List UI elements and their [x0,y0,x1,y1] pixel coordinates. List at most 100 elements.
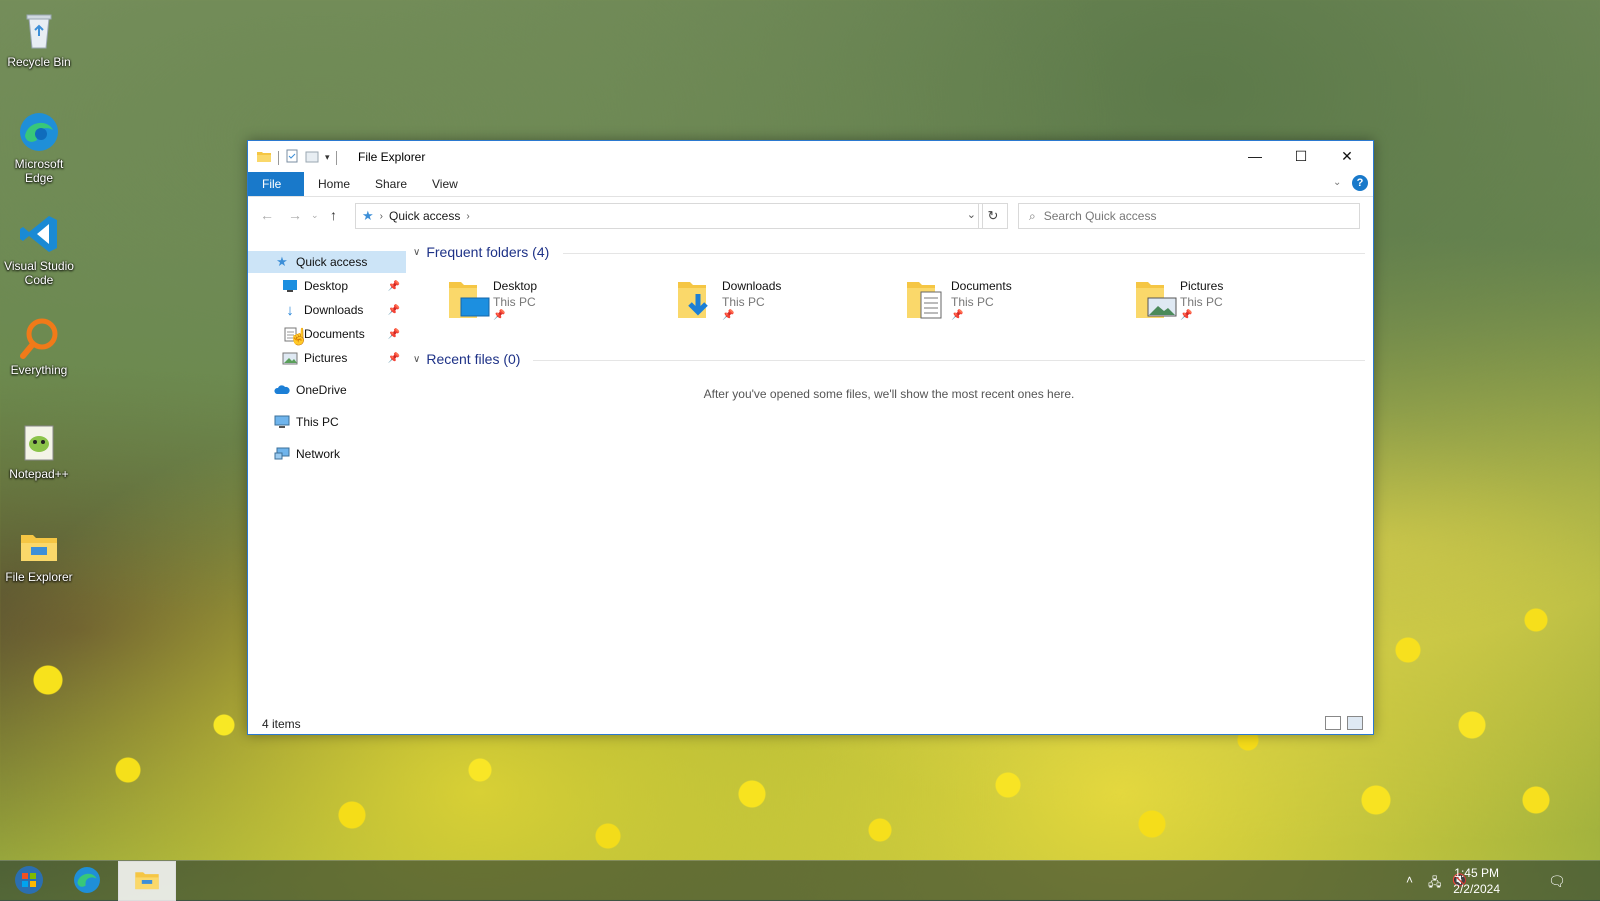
nav-item-label: Desktop [304,279,349,293]
pin-icon: 📌 [951,310,964,321]
folder-icon [256,148,272,167]
notifications-icon[interactable]: 🗨 [1548,873,1566,890]
taskbar-file-explorer-button[interactable] [118,861,176,901]
nav-item-label: Quick access [296,255,368,269]
computer-icon [274,414,290,430]
pin-icon[interactable]: 📌 [388,353,400,364]
breadcrumb-separator-icon[interactable]: › [380,211,383,222]
picture-icon [282,350,298,366]
desktop-icon-everything[interactable]: Everything [4,316,74,377]
folder-location: This PC [1180,295,1223,309]
taskbar-edge-button[interactable] [58,861,116,901]
close-icon: ✕ [1341,147,1353,164]
details-view-icon[interactable] [1325,716,1341,730]
pin-icon[interactable]: 📌 [388,329,400,340]
window-title: File Explorer [358,150,426,164]
taskbar-clock[interactable]: 1:45 PM 2/2/2024 [1453,865,1500,897]
desktop-icon-file-explorer[interactable]: File Explorer [4,523,74,584]
nav-item-network[interactable]: Network [248,443,406,465]
mouse-cursor-icon: ☝ [289,329,309,346]
nav-item-pictures[interactable]: Pictures 📌 [248,347,406,369]
frequent-folder-documents[interactable]: Documents This PC 📌 [905,278,1125,328]
expand-ribbon-chevron-icon[interactable]: ⌄ [1333,177,1341,188]
minimize-button[interactable]: — [1232,141,1278,171]
desktop-icon [282,278,298,294]
new-folder-icon[interactable] [305,149,319,166]
up-arrow-icon[interactable]: ↑ [330,207,337,223]
folder-icon [132,867,162,896]
address-history-chevron-icon[interactable]: ⌄ [967,208,976,221]
ribbon-tabs: File Home Share View ⌄ ? [248,172,1373,197]
section-frequent-folders[interactable]: ∨ Frequent folders (4) [413,242,549,262]
folder-name: Documents [951,279,1012,293]
taskbar: ˄ 🖧 🔇 1:45 PM 2/2/2024 🗨 [0,860,1600,901]
desktop-icon-edge[interactable]: Microsoft Edge [4,110,74,185]
section-heading: Recent files (0) [426,351,521,367]
network-icon [274,446,290,462]
frequent-folder-downloads[interactable]: Downloads This PC 📌 [676,278,896,328]
desktop-icon-recycle-bin[interactable]: Recycle Bin [4,8,74,69]
search-input[interactable]: ⌕ Search Quick access [1018,203,1360,229]
nav-item-onedrive[interactable]: OneDrive [248,379,406,401]
desktop-icon-label: Everything [10,363,68,377]
recent-files-empty-message: After you've opened some files, we'll sh… [703,387,1075,401]
pictures-folder-icon [1134,278,1178,322]
title-bar[interactable]: ▾ File Explorer — ☐ ✕ [248,141,1373,172]
breadcrumb-separator-icon[interactable]: › [466,211,469,222]
item-count: 4 items [262,717,301,731]
clock-date: 2/2/2024 [1453,882,1500,896]
forward-arrow-icon[interactable]: → [288,207,302,223]
section-recent-files[interactable]: ∨ Recent files (0) [413,349,520,369]
folder-location: This PC [493,295,536,309]
breadcrumb-quick-access[interactable]: Quick access [389,209,460,223]
search-placeholder: Search Quick access [1043,209,1157,223]
folder-location: This PC [951,295,994,309]
section-divider [563,253,1365,254]
windows-logo-icon [14,865,44,898]
search-icon: ⌕ [1029,208,1036,223]
nav-item-label: Downloads [304,303,364,317]
properties-icon[interactable] [285,149,299,166]
nav-item-desktop[interactable]: Desktop 📌 [248,275,406,297]
nav-item-this-pc[interactable]: This PC [248,411,406,433]
collapse-chevron-icon: ∨ [413,246,421,258]
maximize-icon: ☐ [1294,147,1308,164]
nav-item-label: Pictures [304,351,348,365]
nav-item-downloads[interactable]: ↓ Downloads 📌 [248,299,406,321]
start-button[interactable] [0,861,58,901]
help-icon[interactable]: ? [1352,175,1368,191]
customize-toolbar-chevron-icon[interactable]: ▾ [325,152,330,163]
frequent-folder-pictures[interactable]: Pictures This PC 📌 [1134,278,1354,328]
nav-item-quick-access[interactable]: ★ Quick access [248,251,406,273]
folder-name: Desktop [493,279,538,293]
section-divider [533,360,1365,361]
pin-icon[interactable]: 📌 [388,281,400,292]
frequent-folder-desktop[interactable]: Desktop This PC 📌 [447,278,667,328]
address-input[interactable]: ★ › Quick access › ⌄ [355,203,983,229]
tab-share[interactable]: Share [361,172,421,196]
pin-icon: 📌 [493,310,506,321]
nav-item-label: Network [296,447,341,461]
desktop-icon-label: Recycle Bin [7,55,71,69]
back-arrow-icon[interactable]: ← [260,207,274,223]
view-toggle [1325,716,1363,730]
maximize-button[interactable]: ☐ [1278,141,1324,171]
network-tray-icon[interactable]: 🖧 [1428,873,1441,894]
desktop-folder-icon [447,278,491,322]
pin-icon[interactable]: 📌 [388,305,400,316]
close-button[interactable]: ✕ [1324,141,1370,171]
tab-view[interactable]: View [418,172,472,196]
tab-home[interactable]: Home [304,172,364,196]
show-hidden-icons-chevron-icon[interactable]: ˄ [1406,873,1413,887]
separator [278,150,279,165]
nav-item-documents[interactable]: Documents 📌 [248,323,406,345]
tab-file[interactable]: File [248,172,304,196]
desktop-icon-label: File Explorer [5,570,73,584]
desktop-icon-notepadpp[interactable]: Notepad++ [4,420,74,481]
minimize-icon: — [1248,148,1262,164]
desktop-icon-label: Microsoft Edge [14,157,64,185]
recent-locations-chevron-icon[interactable]: ⌄ [311,210,319,221]
desktop-icon-vscode[interactable]: Visual Studio Code [4,212,74,287]
large-icons-view-icon[interactable] [1347,716,1363,730]
refresh-button[interactable]: ↻ [978,203,1008,229]
